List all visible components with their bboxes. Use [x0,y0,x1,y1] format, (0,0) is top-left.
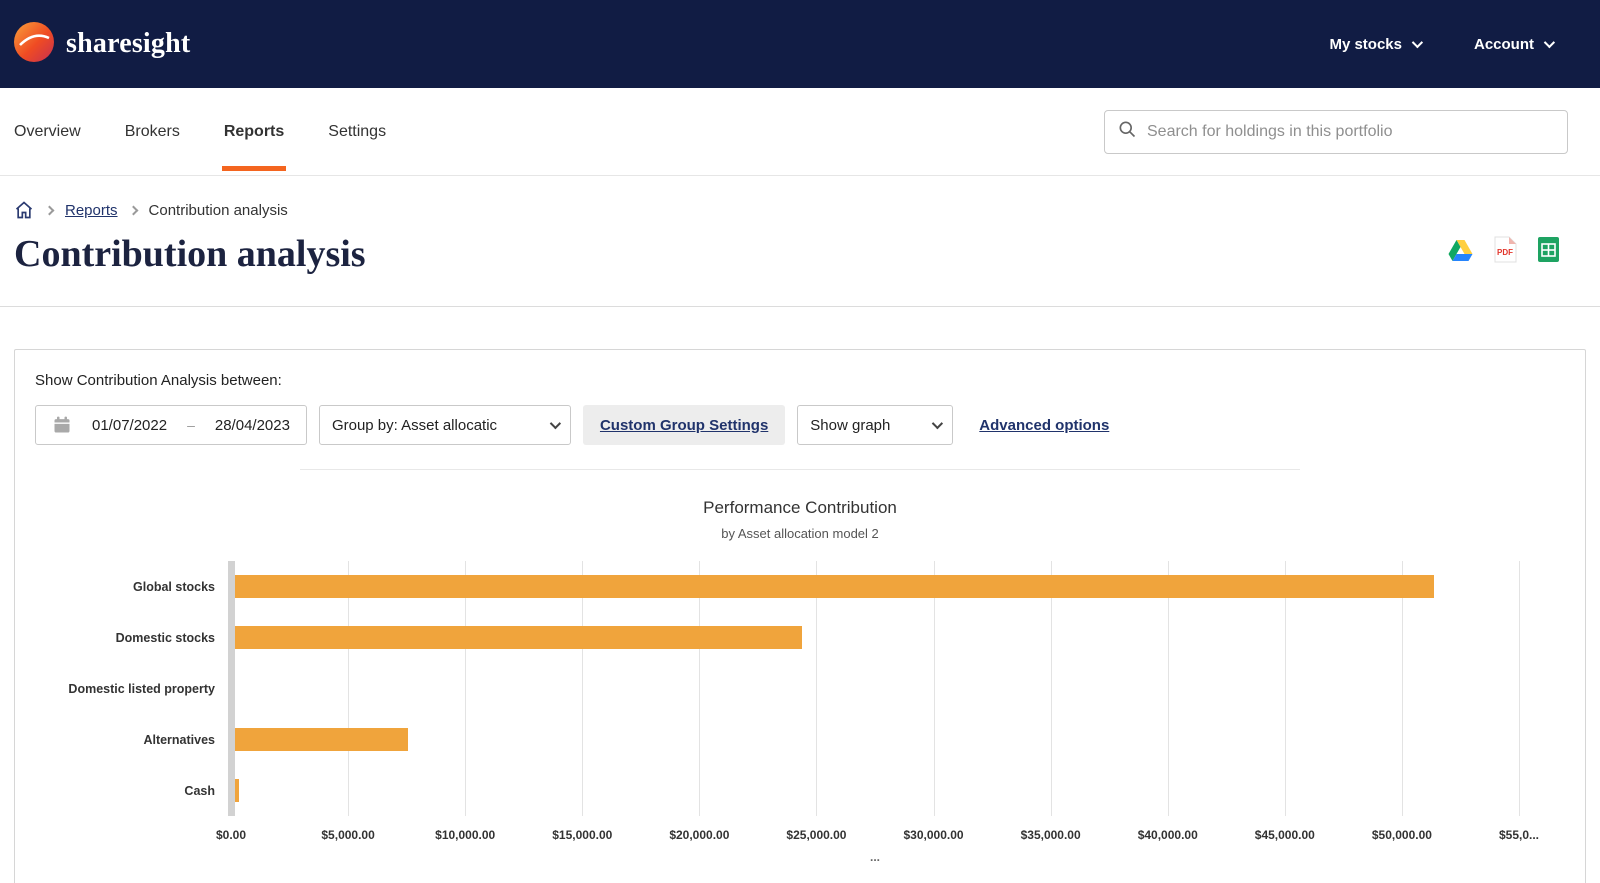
x-tick-label: $30,000.00 [903,828,964,842]
date-from: 01/07/2022 [92,416,168,434]
chevron-down-icon [1411,36,1424,49]
subnav: Overview Brokers Reports Settings [0,88,1600,176]
x-tick-label: $15,000.00 [552,828,613,842]
nav-my-stocks-label: My stocks [1329,35,1402,53]
chevron-down-icon [549,417,562,430]
tab-reports[interactable]: Reports [221,88,287,175]
breadcrumb-current: Contribution analysis [148,201,288,219]
gridline [1519,561,1520,816]
export-actions: PDF [1447,236,1560,268]
home-icon[interactable] [14,200,34,220]
google-drive-export-button[interactable] [1447,238,1474,267]
x-tick-label: $40,000.00 [1137,828,1198,842]
breadcrumb: Reports Contribution analysis [14,200,1600,220]
x-tick-label: $25,000.00 [786,828,847,842]
header-nav: My stocks Account [1329,35,1556,53]
brand-logo[interactable]: sharesight [14,21,191,67]
x-tick-label: $50,000.00 [1371,828,1432,842]
performance-contribution-chart: Performance Contribution by Asset alloca… [35,498,1565,864]
x-tick-label: $35,000.00 [1020,828,1081,842]
breadcrumb-reports-link[interactable]: Reports [65,202,118,219]
group-by-value: Group by: Asset allocatic [331,416,498,434]
calendar-icon [52,415,72,435]
chevron-right-icon [128,205,138,215]
filters-label: Show Contribution Analysis between: [35,372,282,389]
chart-title: Performance Contribution [703,498,897,517]
search-input[interactable] [1147,122,1555,141]
tab-brokers[interactable]: Brokers [125,88,180,175]
contribution-analysis-panel: Show Contribution Analysis between: 01/0… [14,349,1586,883]
x-tick-label: $0.00 [215,828,247,842]
x-tick-label: $20,000.00 [669,828,730,842]
page-title: Contribution analysis [14,233,366,275]
filters-row: 01/07/2022 – 28/04/2023 Group by: Asset … [35,405,1565,445]
category-label: Domestic listed property [68,681,215,696]
show-graph-value: Show graph [810,416,891,434]
bar-domestic-stocks [235,626,802,649]
portfolio-tabs: Overview Brokers Reports Settings [14,88,386,175]
group-by-select[interactable]: Group by: Asset allocatic [318,405,571,445]
custom-group-settings-label: Custom Group Settings [599,416,769,434]
show-graph-select[interactable]: Show graph [797,405,954,445]
category-label: Domestic stocks [115,630,215,645]
nav-account[interactable]: Account [1474,35,1556,53]
bar-global-stocks [235,575,1434,598]
category-label: Alternatives [143,732,215,747]
bar-alternatives [235,728,409,751]
x-tick-label: $10,000.00 [435,828,496,842]
chart-x-axis: $0.00 $5,000.00 $10,000.00 $15,000.00 $20,00… [35,828,1565,844]
nav-account-label: Account [1474,35,1534,53]
sheets-export-button[interactable] [1537,236,1560,268]
x-tick-label: $45,000.00 [1254,828,1315,842]
tab-overview[interactable]: Overview [14,88,81,175]
chevron-down-icon [932,417,944,430]
x-tick-label: $55,0... [1498,828,1540,842]
chart-plot-area [228,561,1520,816]
pdf-export-button[interactable]: PDF [1494,236,1517,268]
brand-name: sharesight [66,28,191,59]
svg-text:PDF: PDF [1497,248,1513,257]
tab-settings[interactable]: Settings [328,88,386,175]
date-to: 28/04/2023 [214,416,290,434]
holdings-search-box[interactable] [1104,109,1568,154]
x-tick-label: $5,000.00 [321,828,375,842]
app-header: sharesight My stocks Account [0,0,1600,88]
section-divider [0,306,1600,307]
chart-top-divider [300,469,1300,470]
chart-axis-footer: ... [869,850,880,864]
chevron-down-icon [1543,36,1556,49]
date-range-picker[interactable]: 01/07/2022 – 28/04/2023 [35,405,307,445]
chart-bars [231,561,1519,816]
sharesight-logo-icon [14,21,54,67]
chevron-right-icon [44,205,55,215]
chart-plot: Global stocks Domestic stocks Domestic lis… [35,561,1565,816]
custom-group-settings-button[interactable]: Custom Group Settings [582,405,786,445]
category-label: Global stocks [133,579,215,594]
nav-my-stocks[interactable]: My stocks [1329,35,1424,53]
advanced-options-link[interactable]: Advanced options [979,417,1109,434]
category-label: Cash [184,783,215,798]
chart-subtitle: by Asset allocation model 2 [721,526,879,541]
bar-cash [235,779,239,802]
date-separator: – [187,417,195,433]
content-top: Reports Contribution analysis Contributi… [0,200,1600,276]
chart-category-labels: Global stocks Domestic stocks Domestic lis… [35,561,231,816]
search-icon [1117,119,1137,144]
